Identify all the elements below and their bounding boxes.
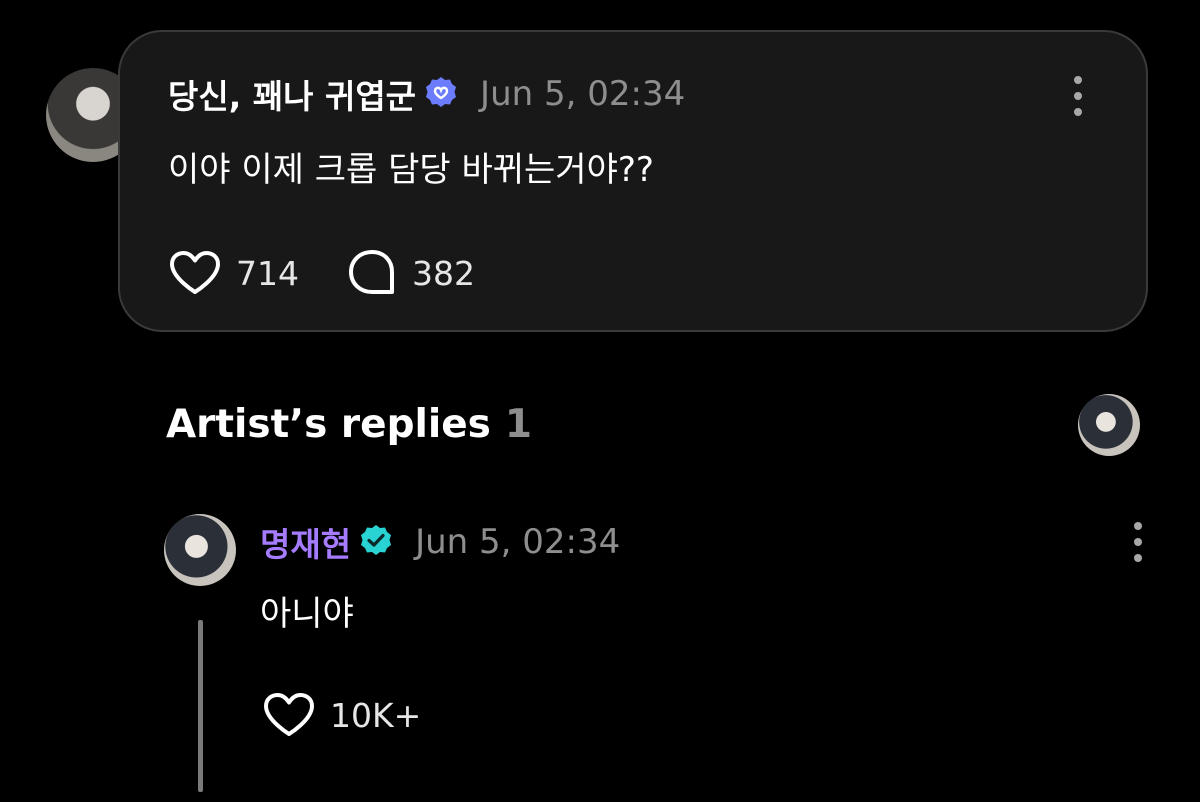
post-more-icon[interactable] <box>1074 76 1082 116</box>
verified-badge-icon <box>359 523 393 561</box>
heart-icon <box>264 693 314 736</box>
post-like-count: 714 <box>236 253 299 293</box>
heart-icon <box>170 251 220 294</box>
reply-author-avatar[interactable] <box>164 514 236 586</box>
post-like-button[interactable]: 714 <box>168 250 299 296</box>
comment-icon <box>349 250 394 294</box>
reply-like-count: 10K+ <box>330 695 422 735</box>
reply-timestamp: Jun 5, 02:34 <box>415 522 621 562</box>
verified-badge-icon <box>424 75 458 113</box>
reply-header: 명재현 Jun 5, 02:34 <box>260 518 620 566</box>
thread-line <box>198 620 203 792</box>
post-author-name[interactable]: 당신, 꽤나 귀엽군 <box>168 70 416 118</box>
reply-like-button[interactable]: 10K+ <box>262 692 421 738</box>
post-text: 이야 이제 크롭 담당 바뀌는거야?? <box>168 150 654 190</box>
post-timestamp: Jun 5, 02:34 <box>480 74 686 114</box>
artist-avatar-small[interactable] <box>1078 394 1140 456</box>
post-card: 당신, 꽤나 귀엽군 Jun 5, 02:34 이야 이제 크롭 담당 바뀌는거… <box>118 30 1148 332</box>
post-comment-button[interactable]: 382 <box>346 248 475 298</box>
post-comment-count: 382 <box>412 253 475 293</box>
reply-author-name[interactable]: 명재현 <box>260 518 351 566</box>
artist-replies-count: 1 <box>504 402 533 447</box>
artist-replies-heading: Artist’s replies 1 <box>166 402 532 447</box>
reply-text: 아니야 <box>260 594 354 634</box>
post-header: 당신, 꽤나 귀엽군 Jun 5, 02:34 <box>168 70 685 118</box>
reply-more-icon[interactable] <box>1134 522 1142 562</box>
artist-replies-title: Artist’s replies <box>166 402 491 447</box>
